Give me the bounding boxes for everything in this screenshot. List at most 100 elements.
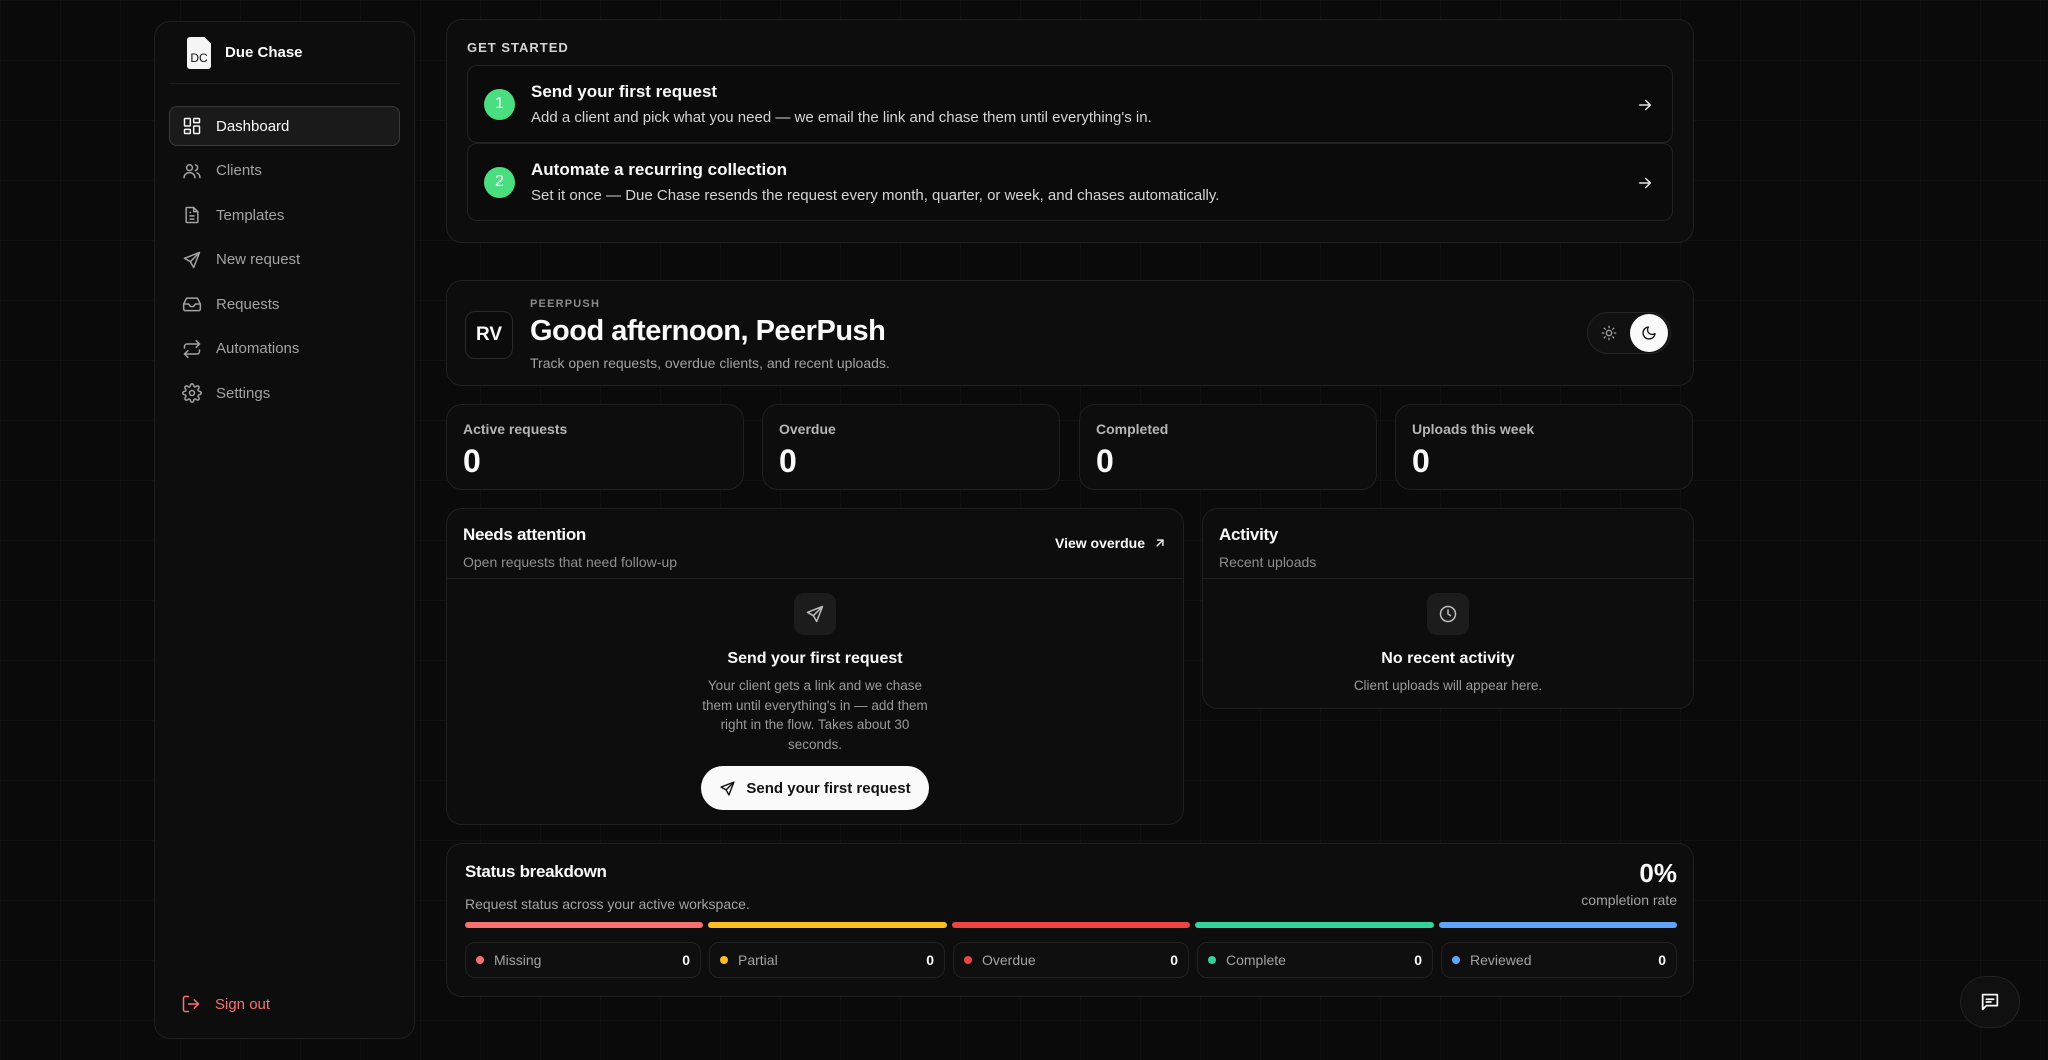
send-first-request-button[interactable]: Send your first request (701, 766, 929, 810)
stat-card-overdue: Overdue 0 (762, 404, 1060, 490)
card-title: Status breakdown (465, 862, 607, 881)
status-count: 0 (1658, 952, 1666, 968)
dashboard-icon (182, 116, 202, 136)
status-label: Complete (1226, 952, 1286, 968)
card-subtitle: Request status across your active worksp… (465, 896, 750, 912)
avatar: RV (465, 311, 513, 359)
status-chip-reviewed[interactable]: Reviewed 0 (1441, 942, 1677, 978)
step-title: Automate a recurring collection (531, 160, 787, 179)
clock-icon (1427, 593, 1469, 635)
step-number-badge: 1 (484, 88, 515, 120)
step-description: Add a client and pick what you need — we… (531, 109, 1152, 126)
status-chip-partial[interactable]: Partial 0 (709, 942, 945, 978)
stat-value: 0 (1096, 443, 1114, 479)
activity-card: Activity Recent uploads No recent activi… (1202, 508, 1694, 709)
sidebar-item-requests[interactable]: Requests (169, 284, 400, 324)
status-chip-missing[interactable]: Missing 0 (465, 942, 701, 978)
stat-value: 0 (463, 443, 481, 479)
dark-mode-button[interactable] (1630, 314, 1668, 352)
step-title: Send your first request (531, 82, 718, 101)
status-dot (964, 956, 972, 964)
get-started-step-automate[interactable]: 2 Automate a recurring collection Set it… (467, 143, 1673, 221)
get-started-panel: GET STARTED 1 Send your first request Ad… (446, 19, 1694, 243)
repeat-icon (182, 339, 202, 359)
status-bar-partial (708, 922, 947, 928)
empty-state-description: Your client gets a link and we chase the… (702, 678, 928, 752)
empty-state: Send your first request Your client gets… (447, 579, 1183, 810)
sidebar-item-settings[interactable]: Settings (169, 373, 400, 413)
sign-out-button[interactable]: Sign out (181, 994, 270, 1014)
inbox-icon (182, 294, 202, 314)
button-label: Send your first request (746, 779, 911, 797)
arrow-right-icon (1636, 174, 1654, 192)
page-title: Good afternoon, PeerPush (530, 315, 886, 347)
theme-toggle (1587, 312, 1671, 354)
send-icon (182, 250, 202, 270)
status-label: Missing (494, 952, 542, 968)
sidebar-item-label: New request (216, 251, 301, 268)
view-overdue-label: View overdue (1054, 535, 1145, 551)
arrow-up-right-icon (1145, 536, 1167, 550)
brand-name: Due Chase (225, 44, 303, 61)
get-started-title: GET STARTED (467, 40, 569, 55)
status-chips: Missing 0 Partial 0 Overdue 0 Complete 0… (465, 942, 1677, 978)
sidebar-item-templates[interactable]: Templates (169, 195, 400, 235)
chat-button[interactable] (1960, 976, 2020, 1028)
empty-state-title: Send your first request (727, 650, 903, 667)
chat-icon (1979, 991, 2001, 1013)
page-subtitle: Track open requests, overdue clients, an… (530, 355, 890, 371)
light-mode-button[interactable] (1590, 314, 1628, 352)
completion-rate-label: completion rate (1581, 892, 1677, 908)
stat-value: 0 (779, 443, 797, 479)
sidebar: DC Due Chase Dashboard Clients Templates (154, 21, 415, 1039)
status-count: 0 (1170, 952, 1178, 968)
sidebar-item-label: Templates (216, 206, 285, 224)
get-started-step-send-request[interactable]: 1 Send your first request Add a client a… (467, 65, 1673, 143)
stat-label: Active requests (463, 421, 568, 437)
stat-card-completed: Completed 0 (1079, 404, 1377, 490)
sidebar-item-dashboard[interactable]: Dashboard (169, 106, 400, 146)
status-bars (465, 922, 1678, 928)
status-dot (1452, 956, 1460, 964)
brand[interactable]: DC Due Chase (169, 22, 400, 84)
gear-icon (182, 383, 202, 403)
stat-label: Uploads this week (1412, 421, 1535, 437)
moon-icon (1641, 325, 1657, 341)
empty-state-description: Client uploads will appear here. (1353, 678, 1543, 693)
status-label: Overdue (982, 952, 1036, 968)
status-dot (1208, 956, 1216, 964)
sidebar-item-label: Dashboard (216, 117, 290, 135)
card-title: Activity (1219, 525, 1279, 544)
status-breakdown-card: Status breakdown Request status across y… (446, 843, 1694, 997)
file-text-icon (182, 205, 202, 225)
sidebar-item-label: Automations (216, 340, 300, 357)
organization-name: PEERPUSH (530, 298, 601, 310)
sidebar-item-clients[interactable]: Clients (169, 151, 400, 191)
status-chip-complete[interactable]: Complete 0 (1197, 942, 1433, 978)
card-subtitle: Recent uploads (1219, 554, 1317, 570)
status-label: Reviewed (1470, 952, 1532, 968)
users-icon (182, 161, 202, 181)
sidebar-item-label: Clients (216, 162, 262, 179)
status-label: Partial (738, 952, 778, 968)
brand-logo: DC (187, 36, 211, 69)
status-bar-overdue (951, 922, 1191, 928)
sidebar-item-automations[interactable]: Automations (169, 329, 400, 369)
step-number-badge: 2 (484, 166, 515, 198)
view-overdue-link[interactable]: View overdue (1055, 535, 1167, 551)
needs-attention-card: Needs attention Open requests that need … (446, 508, 1184, 825)
status-count: 0 (926, 952, 934, 968)
status-bar-reviewed (1438, 922, 1678, 928)
card-subtitle: Open requests that need follow-up (463, 554, 678, 570)
sign-out-icon (181, 994, 201, 1014)
stat-card-uploads-this-week: Uploads this week 0 (1395, 404, 1693, 490)
sidebar-item-label: Settings (216, 384, 271, 402)
sign-out-label: Sign out (215, 995, 271, 1013)
greeting-panel: RV PEERPUSH Good afternoon, PeerPush Tra… (446, 280, 1694, 386)
sidebar-item-new-request[interactable]: New request (169, 240, 400, 280)
status-chip-overdue[interactable]: Overdue 0 (953, 942, 1189, 978)
stat-label: Overdue (779, 421, 836, 437)
sidebar-nav: Dashboard Clients Templates New request … (155, 106, 414, 413)
status-dot (476, 956, 484, 964)
step-description: Set it once — Due Chase resends the requ… (531, 187, 1220, 204)
